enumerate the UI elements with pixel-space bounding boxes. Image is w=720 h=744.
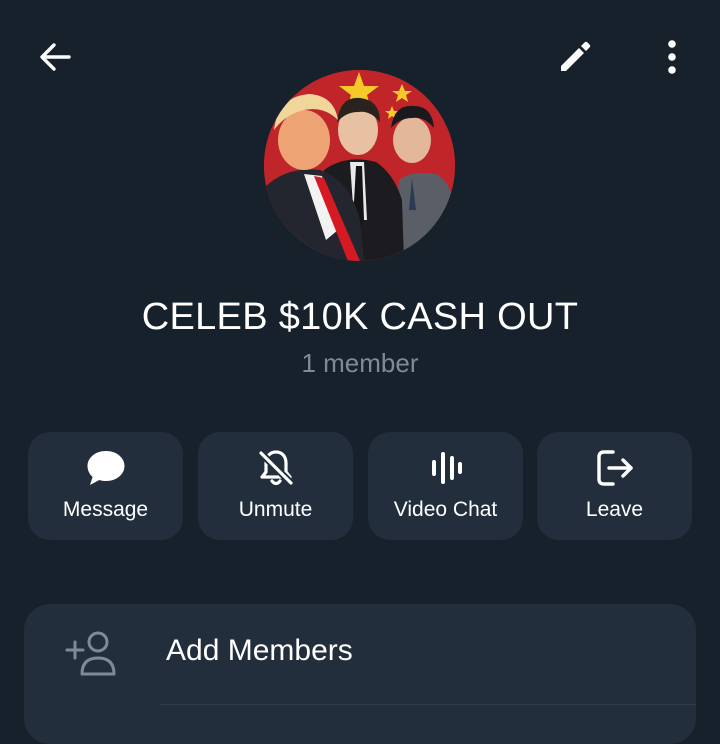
- add-user-icon: [65, 631, 116, 676]
- divider: [160, 704, 696, 705]
- leave-label: Leave: [585, 498, 644, 521]
- unmute-label: Unmute: [238, 498, 313, 521]
- message-label: Message: [62, 498, 149, 521]
- member-count: 1 member: [301, 348, 419, 378]
- bell-off-icon: [258, 450, 293, 486]
- arrow-left-icon: [40, 43, 71, 71]
- leave-button[interactable]: Leave: [537, 432, 692, 540]
- message-button[interactable]: Message: [28, 432, 183, 540]
- logout-icon: [596, 450, 633, 486]
- add-members-row[interactable]: Add Members: [24, 604, 696, 704]
- group-menu-card: Add Members: [24, 604, 696, 744]
- edit-button[interactable]: [550, 32, 600, 82]
- group-photo: [264, 70, 455, 261]
- pencil-icon: [561, 41, 591, 71]
- group-title: CELEB $10K CASH OUT: [141, 296, 579, 338]
- chat-bubble-icon: [87, 451, 124, 485]
- more-vertical-icon: [668, 40, 676, 74]
- action-buttons: Message Unmute Video Chat Leave: [28, 432, 692, 540]
- unmute-button[interactable]: Unmute: [198, 432, 353, 540]
- add-members-label: Add Members: [166, 634, 353, 667]
- more-options-button[interactable]: [650, 32, 694, 82]
- video-chat-label: Video Chat: [393, 498, 498, 521]
- voice-wave-icon: [431, 452, 462, 484]
- back-button[interactable]: [30, 32, 80, 82]
- video-chat-button[interactable]: Video Chat: [368, 432, 523, 540]
- group-avatar[interactable]: [264, 70, 455, 261]
